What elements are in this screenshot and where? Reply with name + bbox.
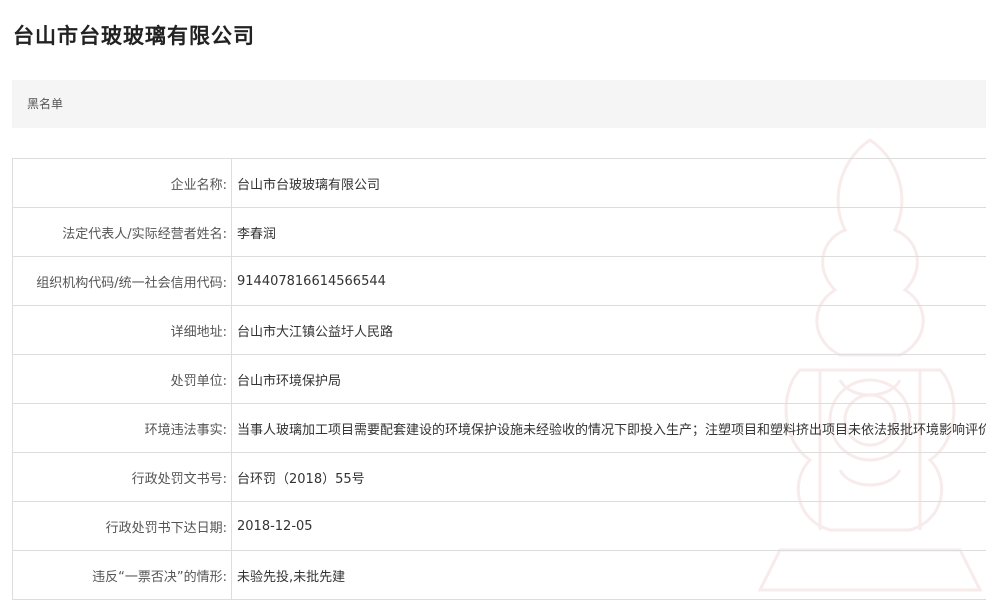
- row-label: 企业名称:: [12, 158, 232, 208]
- row-label: 详细地址:: [12, 305, 232, 355]
- row-value: 未验先投,未批先建: [231, 550, 986, 600]
- table-row: 企业名称: 台山市台玻玻璃有限公司: [12, 158, 986, 208]
- row-value: 李春润: [231, 207, 986, 257]
- table-row: 处罚单位: 台山市环境保护局: [12, 354, 986, 404]
- row-label: 处罚单位:: [12, 354, 232, 404]
- row-label: 违反“一票否决”的情形:: [12, 550, 232, 600]
- table-row: 行政处罚书下达日期: 2018-12-05: [12, 501, 986, 551]
- row-value: 台山市台玻玻璃有限公司: [231, 158, 986, 208]
- table-row: 行政处罚文书号: 台环罚（2018）55号: [12, 452, 986, 502]
- table-row: 组织机构代码/统一社会信用代码: 914407816614566544: [12, 256, 986, 306]
- row-label: 法定代表人/实际经营者姓名:: [12, 207, 232, 257]
- company-info-table: 企业名称: 台山市台玻玻璃有限公司 法定代表人/实际经营者姓名: 李春润 组织机…: [12, 158, 986, 600]
- table-row: 环境违法事实: 当事人玻璃加工项目需要配套建设的环境保护设施未经验收的情况下即投…: [12, 403, 986, 453]
- table-row: 违反“一票否决”的情形: 未验先投,未批先建: [12, 550, 986, 600]
- row-label: 行政处罚文书号:: [12, 452, 232, 502]
- table-row: 法定代表人/实际经营者姓名: 李春润: [12, 207, 986, 257]
- table-row: 详细地址: 台山市大江镇公益圩人民路: [12, 305, 986, 355]
- row-label: 行政处罚书下达日期:: [12, 501, 232, 551]
- row-value: 2018-12-05: [231, 501, 986, 551]
- row-value: 台山市大江镇公益圩人民路: [231, 305, 986, 355]
- row-value: 台山市环境保护局: [231, 354, 986, 404]
- row-value: 914407816614566544: [231, 256, 986, 306]
- category-bar: 黑名单: [12, 80, 986, 128]
- row-value: 台环罚（2018）55号: [231, 452, 986, 502]
- category-label: 黑名单: [27, 97, 64, 111]
- page-title: 台山市台玻玻璃有限公司: [13, 23, 255, 48]
- row-label: 组织机构代码/统一社会信用代码:: [12, 256, 232, 306]
- row-value: 当事人玻璃加工项目需要配套建设的环境保护设施未经验收的情况下即投入生产；注塑项目…: [231, 403, 986, 453]
- row-label: 环境违法事实:: [12, 403, 232, 453]
